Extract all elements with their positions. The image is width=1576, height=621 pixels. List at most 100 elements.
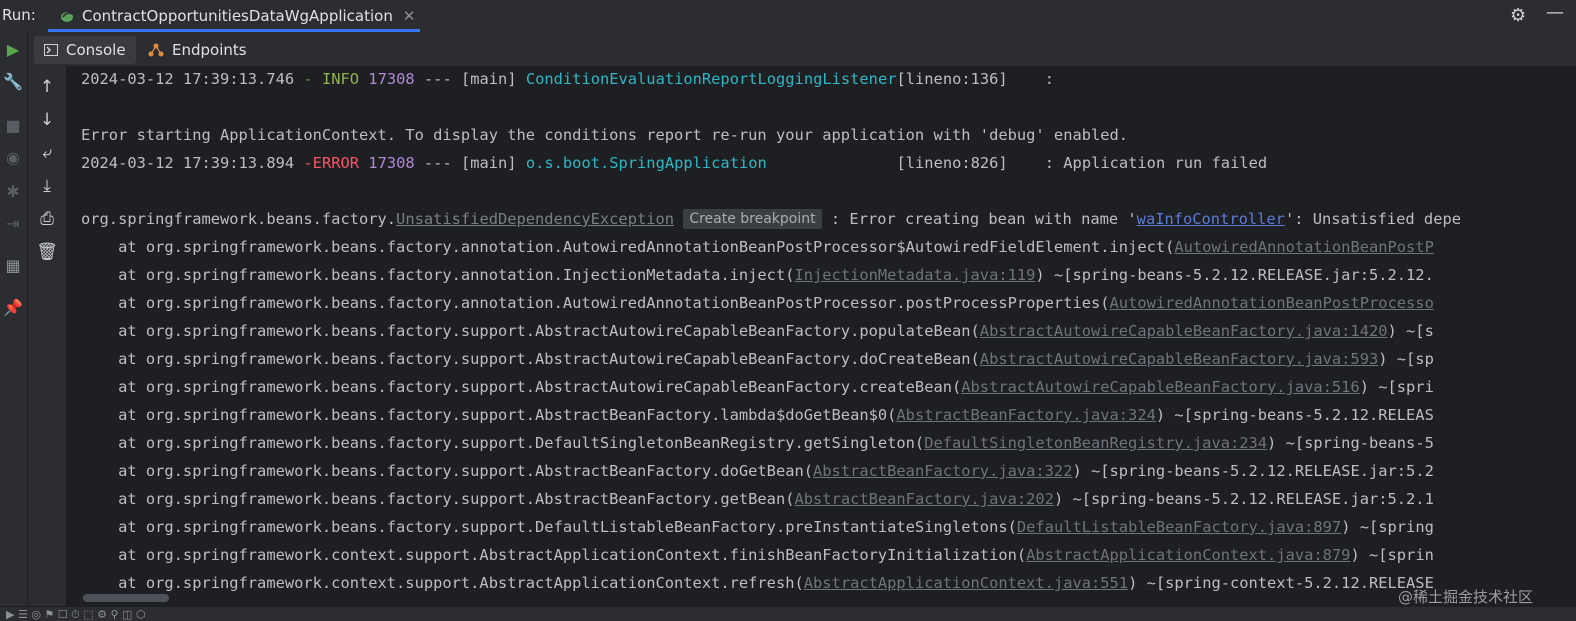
active-tab-indicator <box>48 29 420 32</box>
stack-frame-method: at org.springframework.beans.factory.sup… <box>81 350 980 368</box>
create-breakpoint-popup[interactable]: Create breakpoint <box>683 209 822 229</box>
horizontal-scrollbar[interactable] <box>83 594 169 602</box>
stack-frame-method: at org.springframework.beans.factory.ann… <box>81 294 1110 312</box>
stack-frame: at org.springframework.beans.factory.ann… <box>81 291 1434 315</box>
run-config-tab[interactable]: ContractOpportunitiesDataWgApplication ✕ <box>48 0 420 32</box>
source-link[interactable]: AbstractAutowireCapableBeanFactory.java:… <box>961 378 1359 396</box>
pin-icon[interactable]: 📌 <box>3 298 23 318</box>
exception-line: org.springframework.beans.factory.Unsati… <box>81 207 1461 231</box>
soft-wrap-icon[interactable]: ⤶ <box>36 142 58 164</box>
tool-window-tabs: Console Endpoints <box>28 36 1576 64</box>
stack-frame: at org.springframework.beans.factory.sup… <box>81 515 1434 539</box>
stack-frame-jar: ) ~[spring <box>1341 518 1434 536</box>
log-thread: --- [main] <box>414 70 526 88</box>
source-link[interactable]: AbstractBeanFactory.java:202 <box>794 490 1053 508</box>
console-toolbar: ↑ ↓ ⤶ ⤓ ⎙ 🗑 <box>28 66 67 606</box>
log-level: ERROR <box>312 154 360 172</box>
stack-frame-method: at org.springframework.beans.factory.sup… <box>81 406 897 424</box>
wrench-icon[interactable]: 🔧 <box>3 72 23 92</box>
debug-icon[interactable]: ✱ <box>3 182 23 202</box>
close-icon[interactable]: ✕ <box>403 7 416 25</box>
source-link[interactable]: AbstractAutowireCapableBeanFactory.java:… <box>980 322 1388 340</box>
stack-frame-method: at org.springframework.beans.factory.sup… <box>81 434 925 452</box>
log-line: Error starting ApplicationContext. To di… <box>81 126 1129 144</box>
trash-icon[interactable]: 🗑 <box>36 241 58 263</box>
tab-endpoints[interactable]: Endpoints <box>148 36 247 64</box>
stack-frame-jar: ) ~[s <box>1387 322 1434 340</box>
stack-frame: at org.springframework.beans.factory.sup… <box>81 347 1434 371</box>
source-link[interactable]: AbstractBeanFactory.java:324 <box>896 406 1155 424</box>
stack-frame-method: at org.springframework.beans.factory.ann… <box>81 266 795 284</box>
log-line: 2024-03-12 17:39:13.746 - INFO 17308 ---… <box>81 67 1054 91</box>
minimize-icon[interactable]: — <box>1546 2 1564 23</box>
run-header: Run: ContractOpportunitiesDataWgApplicat… <box>0 0 1576 32</box>
scroll-to-end-icon[interactable]: ⤓ <box>36 175 58 197</box>
stack-frame: at org.springframework.beans.factory.sup… <box>81 487 1434 511</box>
up-arrow-icon[interactable]: ↑ <box>36 76 58 98</box>
down-arrow-icon[interactable]: ↓ <box>36 109 58 131</box>
exception-message-tail: ': Unsatisfied depe <box>1284 210 1461 228</box>
stack-frame-jar: ) ~[spring-beans-5.2.12.RELEASE.jar:5.2.… <box>1035 266 1434 284</box>
camera-icon[interactable]: ◉ <box>3 148 23 168</box>
stack-frame-method: at org.springframework.beans.factory.sup… <box>81 490 795 508</box>
bean-name-link[interactable]: waInfoController <box>1137 210 1285 228</box>
stack-frame-method: at org.springframework.beans.factory.sup… <box>81 322 980 340</box>
console-icon <box>44 44 58 56</box>
source-link[interactable]: AbstractApplicationContext.java:551 <box>804 574 1128 592</box>
bottom-tool-strip: ▶ ☰ ◎ ⚑ ☐ ⏱ ⬚ ⚙ ⚲ ◫ ⬡ <box>0 606 1576 621</box>
layout-icon[interactable]: ▦ <box>3 256 23 276</box>
run-icon[interactable]: ▶ <box>3 40 23 60</box>
stack-frame-method: at org.springframework.context.support.A… <box>81 574 804 592</box>
watermark: @稀土掘金技术社区 <box>1398 588 1534 606</box>
log-message: [lineno:136] : <box>896 70 1055 88</box>
exception-class-link[interactable]: UnsatisfiedDependencyException <box>396 210 674 228</box>
stack-frame-jar: ) ~[sp <box>1378 350 1434 368</box>
source-link[interactable]: AbstractBeanFactory.java:322 <box>813 462 1072 480</box>
log-pid: 17308 <box>368 70 415 88</box>
stack-frame-jar: ) ~[spring-beans-5 <box>1267 434 1434 452</box>
stack-frame-jar: ) ~[spring-context-5.2.12.RELEASE <box>1128 574 1434 592</box>
bottom-strip-icons[interactable]: ▶ ☰ ◎ ⚑ ☐ ⏱ ⬚ ⚙ ⚲ ◫ ⬡ <box>6 608 146 621</box>
console-output[interactable]: 2024-03-12 17:39:13.746 - INFO 17308 ---… <box>67 66 1576 606</box>
source-link[interactable]: DefaultSingletonBeanRegistry.java:234 <box>924 434 1267 452</box>
stack-frame: at org.springframework.beans.factory.ann… <box>81 263 1434 287</box>
spring-boot-icon <box>61 12 73 22</box>
stack-frame: at org.springframework.beans.factory.sup… <box>81 403 1434 427</box>
log-thread: --- [main] <box>414 154 526 172</box>
stack-frame-jar: ) ~[sprin <box>1350 546 1434 564</box>
stack-frame: at org.springframework.context.support.A… <box>81 571 1434 595</box>
log-separator: - <box>294 70 322 88</box>
source-link[interactable]: DefaultListableBeanFactory.java:897 <box>1017 518 1341 536</box>
exit-icon[interactable]: ⇥ <box>3 214 23 234</box>
print-icon[interactable]: ⎙ <box>36 208 58 230</box>
source-link[interactable]: AbstractAutowireCapableBeanFactory.java:… <box>980 350 1378 368</box>
log-logger: ConditionEvaluationReportLoggingListener <box>525 70 897 88</box>
stop-icon[interactable]: ■ <box>3 116 23 136</box>
log-padding <box>767 154 897 172</box>
tab-console[interactable]: Console <box>34 36 136 64</box>
log-logger: o.s.boot.SpringApplication <box>525 154 767 172</box>
source-link[interactable]: AutowiredAnnotationBeanPostProcesso <box>1110 294 1434 312</box>
stack-frame-method: at org.springframework.context.support.A… <box>81 546 1027 564</box>
stack-frame-method: at org.springframework.beans.factory.sup… <box>81 462 814 480</box>
log-separator: - <box>294 154 313 172</box>
log-message: [lineno:826] : Application run failed <box>896 154 1268 172</box>
log-timestamp: 2024-03-12 17:39:13.746 <box>81 70 295 88</box>
stack-frame-jar: ) ~[spring-beans-5.2.12.RELEASE.jar:5.2 <box>1072 462 1434 480</box>
stack-frame: at org.springframework.context.support.A… <box>81 543 1434 567</box>
stack-frame-jar: ) ~[spring-beans-5.2.12.RELEAS <box>1155 406 1434 424</box>
log-timestamp: 2024-03-12 17:39:13.894 <box>81 154 295 172</box>
gear-icon[interactable]: ⚙ <box>1510 5 1526 26</box>
source-link[interactable]: AutowiredAnnotationBeanPostP <box>1174 238 1433 256</box>
log-level: INFO <box>321 70 360 88</box>
run-tab-title: ContractOpportunitiesDataWgApplication <box>82 7 393 25</box>
log-pid: 17308 <box>368 154 415 172</box>
stack-frame-jar: ) ~[spring-beans-5.2.12.RELEASE.jar:5.2.… <box>1053 490 1434 508</box>
stack-frame: at org.springframework.beans.factory.sup… <box>81 375 1434 399</box>
source-link[interactable]: InjectionMetadata.java:119 <box>794 266 1035 284</box>
stack-frame: at org.springframework.beans.factory.ann… <box>81 235 1434 259</box>
run-label: Run: <box>2 6 36 24</box>
source-link[interactable]: AbstractApplicationContext.java:879 <box>1026 546 1350 564</box>
stack-frame: at org.springframework.beans.factory.sup… <box>81 459 1434 483</box>
endpoints-icon <box>148 43 164 57</box>
